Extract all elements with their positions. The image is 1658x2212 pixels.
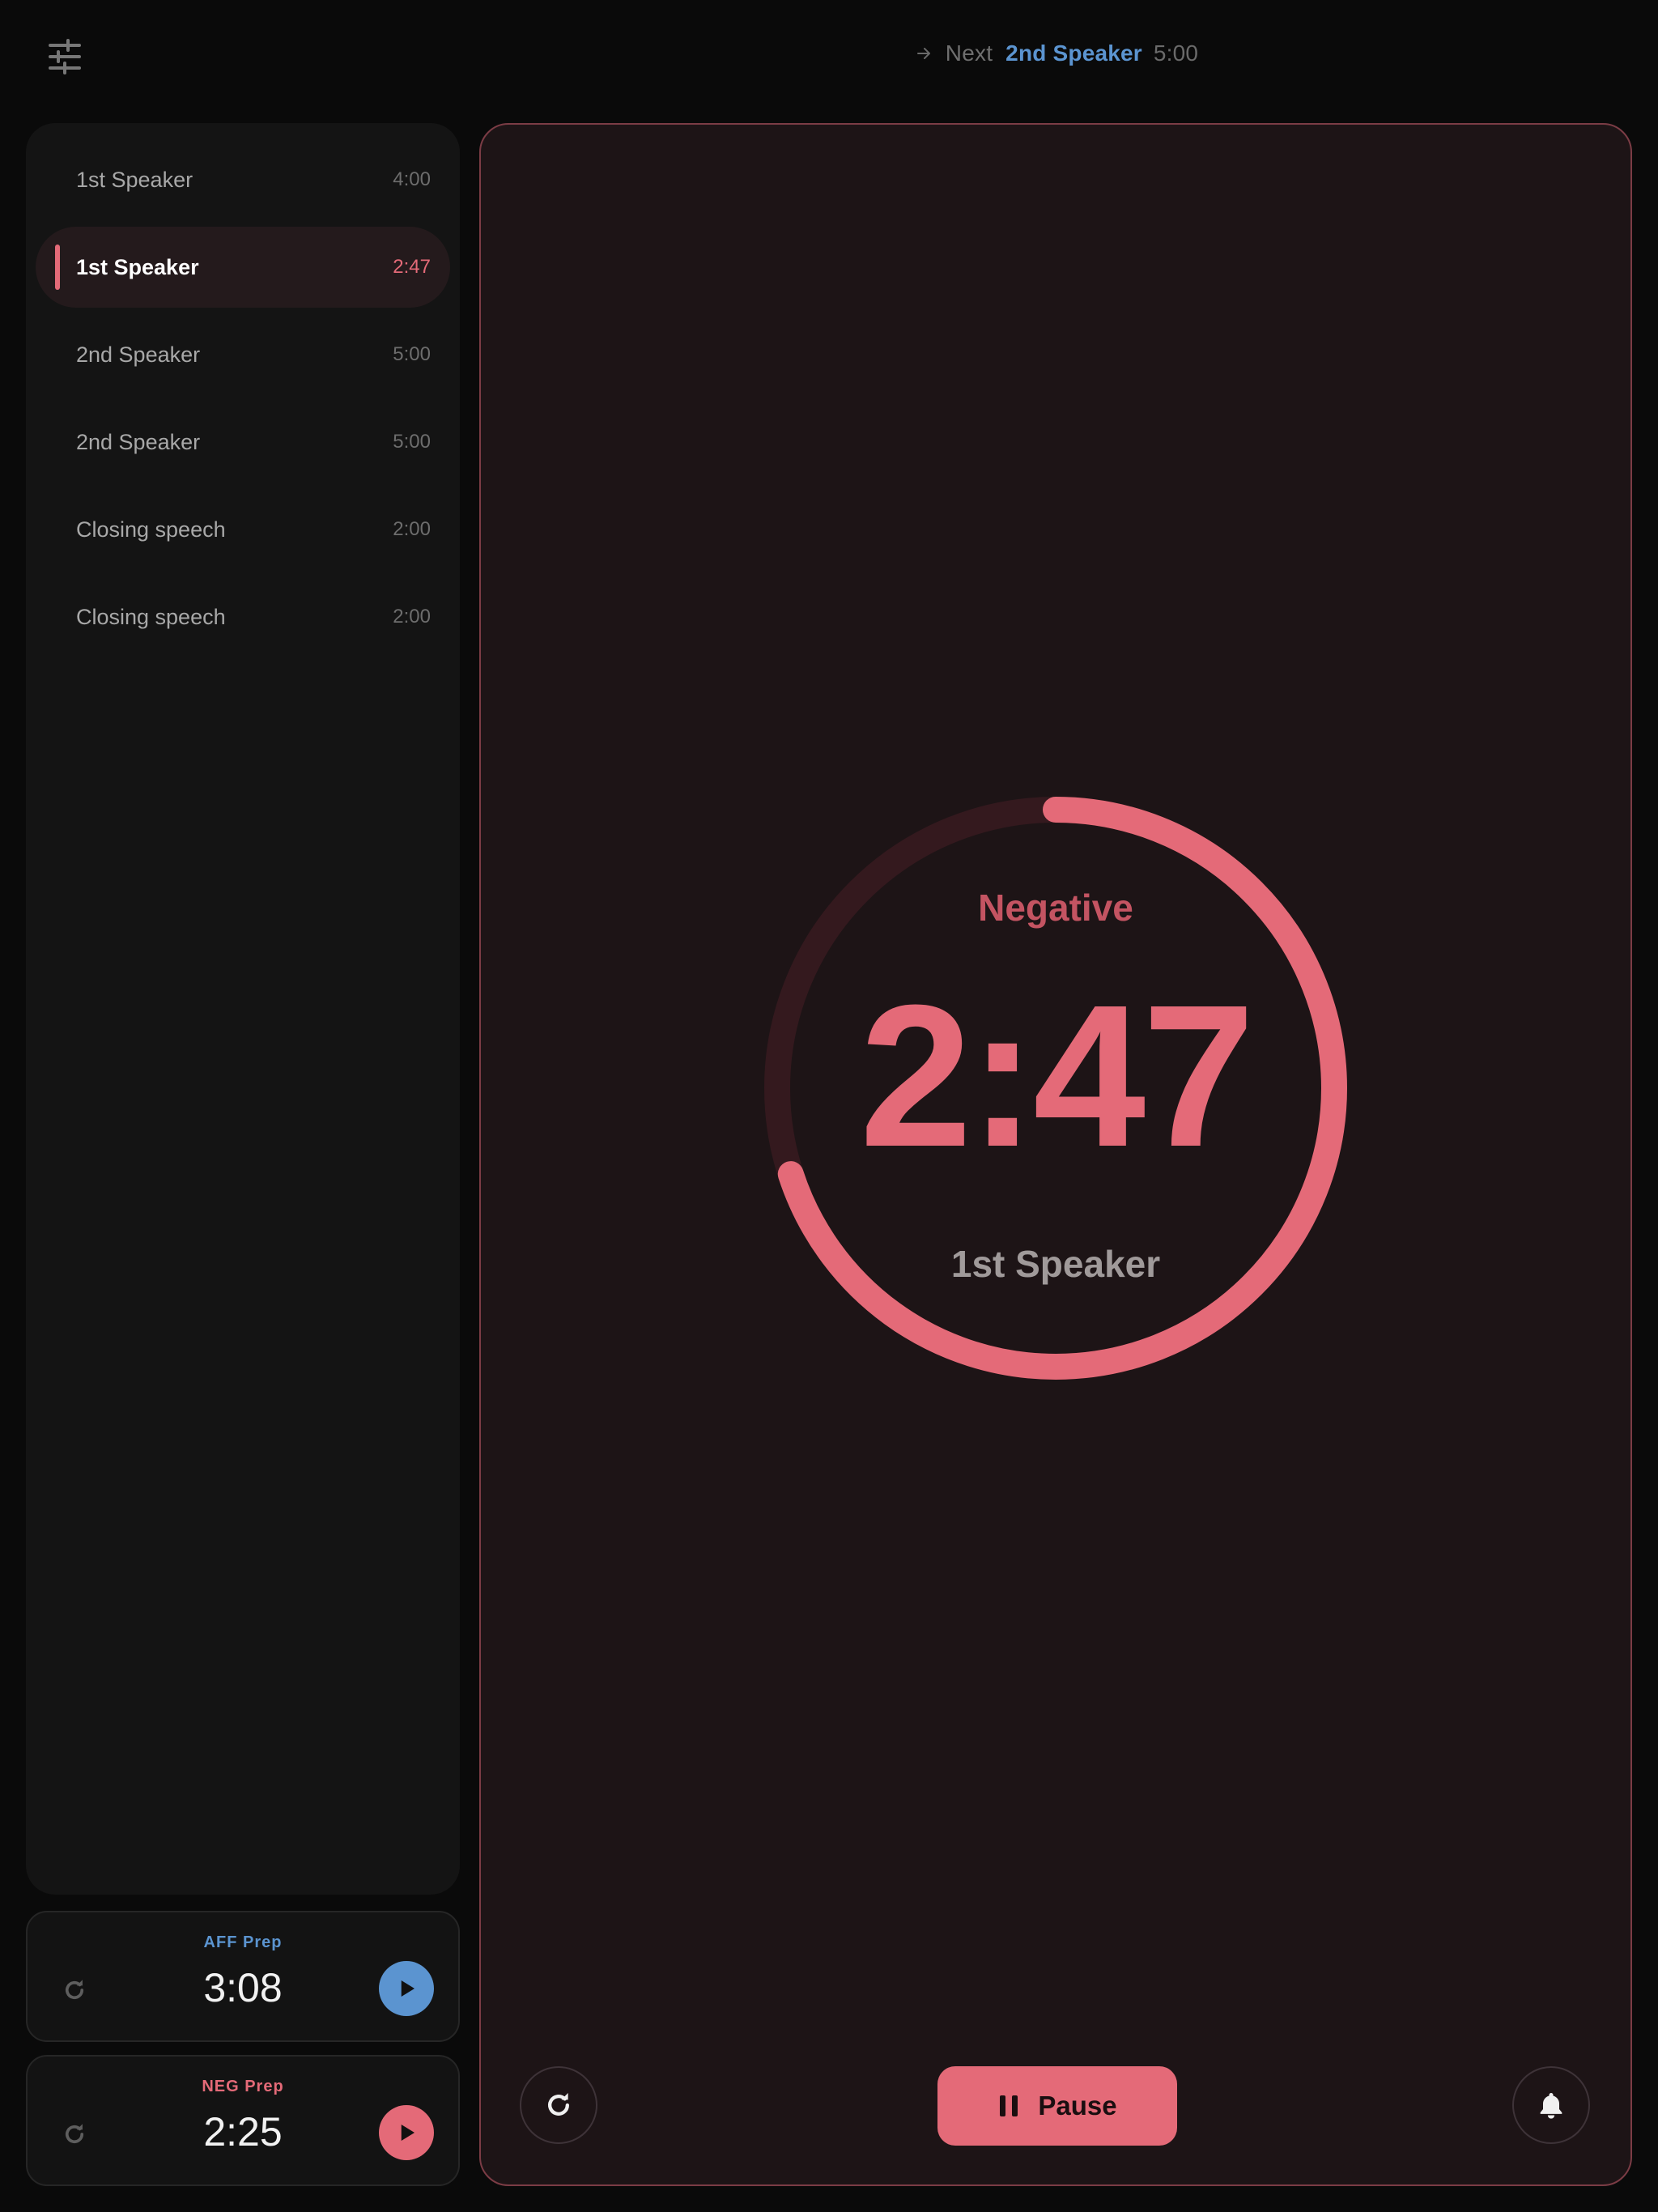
speech-duration: 4:00	[393, 168, 431, 190]
speech-duration: 5:00	[393, 343, 431, 365]
play-icon	[401, 1980, 414, 1997]
next-time: 5:00	[1153, 40, 1199, 66]
speech-duration: 2:00	[393, 518, 431, 540]
aff-prep-play-button[interactable]	[379, 1961, 434, 2016]
speech-duration: 2:47	[393, 256, 431, 278]
speech-item[interactable]: 2nd Speaker 5:00	[36, 314, 450, 395]
speech-item-active[interactable]: 1st Speaker 2:47	[36, 227, 450, 308]
speech-item[interactable]: Closing speech 2:00	[36, 576, 450, 657]
side-label: Negative	[978, 887, 1133, 929]
speech-name: Closing speech	[76, 517, 226, 542]
neg-prep-card: NEG Prep 2:25	[26, 2055, 460, 2186]
speech-name: 2nd Speaker	[76, 429, 201, 454]
reset-timer-button[interactable]	[520, 2066, 597, 2144]
timer-display: 2:47	[859, 963, 1255, 1189]
reset-icon	[548, 2093, 569, 2116]
speech-item[interactable]: Closing speech 2:00	[36, 489, 450, 570]
speech-list: 1st Speaker 4:00 1st Speaker 2:47 2nd Sp…	[26, 123, 460, 1895]
next-speaker: 2nd Speaker	[1005, 40, 1142, 66]
main-timer-card: Negative 2:47 1st Speaker Pause	[479, 123, 1632, 2186]
speech-name: 1st Speaker	[76, 254, 199, 279]
arrow-right-icon	[915, 44, 934, 63]
pause-icon	[1000, 2095, 1018, 2116]
aff-prep-label: AFF Prep	[203, 1933, 283, 1951]
play-icon	[401, 2125, 414, 2141]
pause-button[interactable]: Pause	[937, 2066, 1177, 2146]
active-indicator	[55, 245, 60, 290]
speech-duration: 2:00	[393, 606, 431, 627]
speech-name: Closing speech	[76, 604, 226, 629]
speech-duration: 5:00	[393, 431, 431, 453]
pause-button-label: Pause	[1038, 2091, 1117, 2121]
speech-item[interactable]: 1st Speaker 4:00	[36, 139, 450, 220]
bell-icon	[1540, 2093, 1562, 2119]
current-speaker-label: 1st Speaker	[950, 1243, 1161, 1285]
aff-prep-card: AFF Prep 3:08	[26, 1911, 460, 2042]
speech-item[interactable]: 2nd Speaker 5:00	[36, 402, 450, 483]
neg-prep-label: NEG Prep	[202, 2078, 284, 2095]
speech-name: 2nd Speaker	[76, 342, 201, 367]
bell-button[interactable]	[1512, 2066, 1590, 2144]
next-speech-indicator: Next 2nd Speaker 5:00	[0, 40, 1658, 66]
speech-name: 1st Speaker	[76, 167, 193, 192]
neg-prep-play-button[interactable]	[379, 2105, 434, 2160]
next-label: Next	[945, 40, 993, 66]
